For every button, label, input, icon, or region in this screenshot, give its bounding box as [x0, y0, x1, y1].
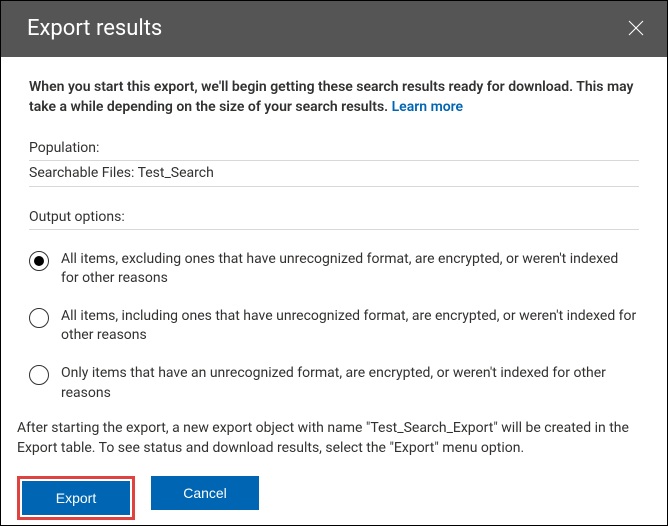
output-option-1[interactable]: All items, excluding ones that have unre… — [29, 242, 639, 299]
dialog-title: Export results — [27, 16, 162, 41]
learn-more-link[interactable]: Learn more — [392, 99, 463, 115]
close-button[interactable] — [623, 15, 649, 41]
output-options-label: Output options: — [29, 209, 639, 230]
population-label: Population: — [29, 140, 639, 161]
footer-note: After starting the export, a new export … — [17, 419, 651, 458]
output-options-group: All items, excluding ones that have unre… — [29, 242, 639, 414]
population-value: Searchable Files: Test_Search — [29, 161, 639, 187]
dialog-content: When you start this export, we'll begin … — [1, 57, 667, 525]
button-row: Export Cancel — [17, 476, 639, 520]
cancel-button[interactable]: Cancel — [151, 476, 259, 510]
radio-label: Only items that have an unrecognized for… — [61, 364, 639, 403]
export-button[interactable]: Export — [22, 481, 130, 515]
radio-icon[interactable] — [29, 251, 49, 271]
radio-icon[interactable] — [29, 365, 49, 385]
radio-label: All items, excluding ones that have unre… — [61, 250, 639, 289]
dialog-header: Export results — [1, 1, 667, 57]
output-option-2[interactable]: All items, including ones that have unre… — [29, 299, 639, 356]
radio-label: All items, including ones that have unre… — [61, 307, 639, 346]
close-icon — [627, 19, 645, 37]
export-button-highlight: Export — [17, 476, 135, 520]
radio-icon[interactable] — [29, 308, 49, 328]
intro-message: When you start this export, we'll begin … — [29, 79, 634, 115]
output-option-3[interactable]: Only items that have an unrecognized for… — [29, 356, 639, 413]
intro-text: When you start this export, we'll begin … — [29, 77, 639, 118]
